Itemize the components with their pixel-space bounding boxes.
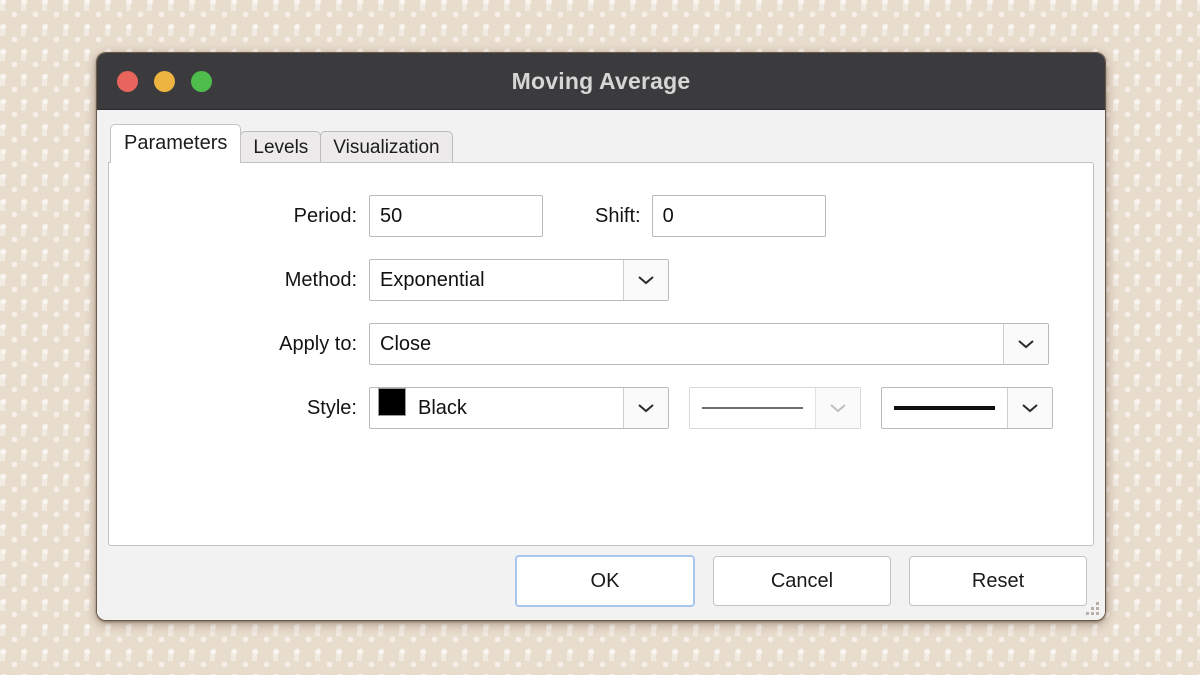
method-select[interactable]: Exponential bbox=[369, 259, 669, 301]
dialog-body: Parameters Levels Visualization Period: … bbox=[97, 110, 1105, 620]
chevron-down-icon[interactable] bbox=[623, 388, 668, 428]
method-label: Method: bbox=[284, 268, 357, 291]
line-width-select[interactable] bbox=[881, 387, 1053, 429]
cancel-button[interactable]: Cancel bbox=[713, 556, 891, 606]
dialog-footer: OK Cancel Reset bbox=[97, 541, 1105, 620]
row-style: Style: Black bbox=[109, 385, 1093, 431]
chevron-down-icon[interactable] bbox=[815, 388, 860, 428]
style-color-value: Black bbox=[418, 396, 467, 419]
window-title: Moving Average bbox=[511, 67, 691, 94]
shift-input[interactable]: 0 bbox=[651, 195, 826, 237]
shift-label: Shift: bbox=[595, 204, 641, 227]
style-label: Style: bbox=[306, 396, 357, 419]
method-selected-value: Exponential bbox=[380, 268, 485, 291]
period-label: Period: bbox=[293, 204, 357, 227]
chevron-down-icon[interactable] bbox=[623, 260, 668, 300]
row-method: Method: Exponential bbox=[109, 257, 1093, 303]
line-width-preview bbox=[882, 388, 1007, 428]
row-period-shift: Period: 50 Shift: 0 bbox=[109, 193, 1093, 239]
window-controls bbox=[117, 70, 212, 92]
chevron-down-icon[interactable] bbox=[1003, 324, 1048, 364]
period-input[interactable]: 50 bbox=[369, 195, 543, 237]
moving-average-dialog: Moving Average Parameters Levels Visuali… bbox=[96, 52, 1106, 621]
tab-strip: Parameters Levels Visualization bbox=[108, 124, 1094, 163]
apply-to-selected-value: Close bbox=[380, 332, 432, 355]
tab-parameters[interactable]: Parameters bbox=[110, 124, 242, 163]
title-bar: Moving Average bbox=[97, 53, 1105, 110]
apply-to-select[interactable]: Close bbox=[369, 323, 1049, 365]
line-style-preview bbox=[690, 388, 815, 428]
apply-to-label: Apply to: bbox=[279, 332, 357, 355]
reset-button[interactable]: Reset bbox=[909, 556, 1087, 606]
resize-grip[interactable] bbox=[1085, 601, 1099, 615]
close-window-button[interactable] bbox=[117, 70, 138, 92]
line-style-select[interactable] bbox=[689, 387, 861, 429]
color-swatch-icon bbox=[378, 388, 406, 416]
maximize-window-button[interactable] bbox=[191, 70, 212, 92]
row-apply-to: Apply to: Close bbox=[109, 321, 1093, 367]
tab-panel-parameters: Period: 50 Shift: 0 Method: Exponential bbox=[108, 162, 1094, 546]
style-color-select[interactable]: Black bbox=[369, 387, 669, 429]
tab-visualization[interactable]: Visualization bbox=[320, 131, 453, 162]
minimize-window-button[interactable] bbox=[154, 70, 175, 92]
tab-levels[interactable]: Levels bbox=[240, 131, 322, 162]
chevron-down-icon[interactable] bbox=[1007, 388, 1052, 428]
parameters-form: Period: 50 Shift: 0 Method: Exponential bbox=[109, 163, 1093, 431]
ok-button[interactable]: OK bbox=[515, 555, 695, 607]
